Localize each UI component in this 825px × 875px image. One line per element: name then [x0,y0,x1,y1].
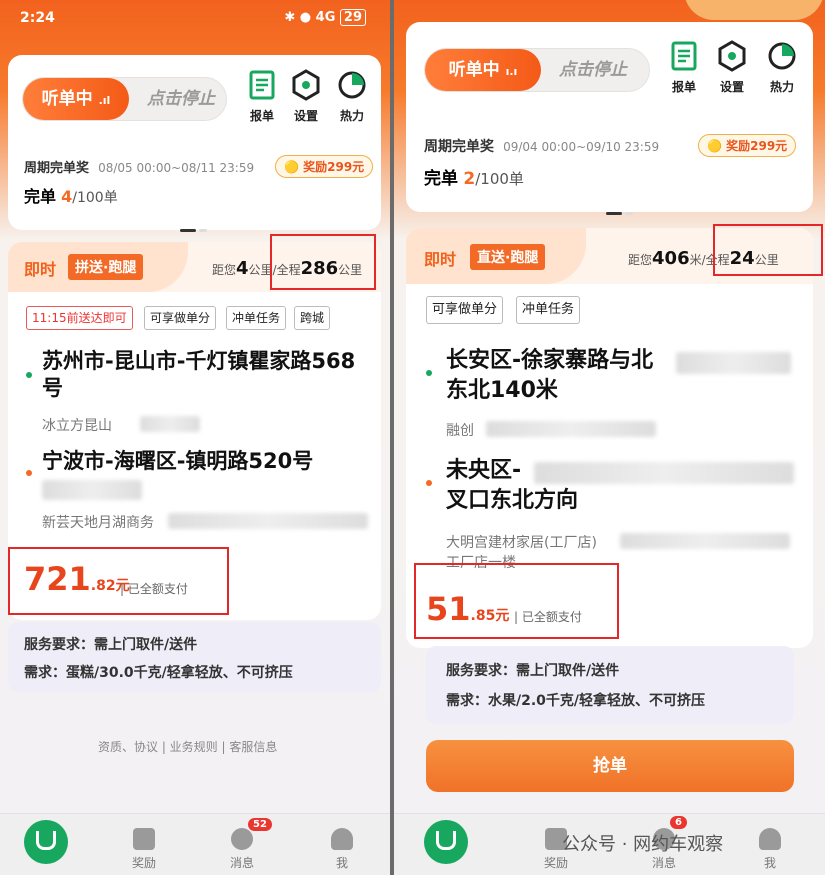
home-logo-icon[interactable] [24,820,68,864]
footer-links[interactable]: 资质、协议 | 业务规则 | 客服信息 [98,738,277,755]
period-reward-row: 周期完单奖 08/05 00:00~08/11 23:59 [24,161,255,176]
message-badge: 6 [670,816,687,829]
status-bar: 2:24 ✱ ● 4G 29 [0,0,390,40]
tab-me[interactable]: 我 [740,828,800,871]
heatmap-icon [768,42,796,70]
user-icon [331,828,353,850]
left-screen: 2:24 ✱ ● 4G 29 听单中 .ıl 点击停止 报单 设置 热力 周期完… [0,0,390,875]
carousel-dots [606,200,634,215]
score-tag: 可享做单分 [426,296,504,324]
reward-badge: 🟡 奖励299元 [275,155,374,178]
requirements-panel: 服务要求：需上门取件/送件 需求：水果/2.0千克/轻拿轻放、不可挤压 [426,646,794,724]
report-button[interactable]: 报单 [242,69,282,124]
cross-city-tag: 跨城 [294,306,331,330]
settings-button[interactable]: 设置 [712,40,752,95]
listening-button[interactable]: 听单中 ı.ı [425,49,541,91]
period-reward-row: 周期完单奖 09/04 00:00~09/10 23:59 [424,139,660,155]
pickup-address: 苏州市-昆山市-千灯镇瞿家路568号 [42,349,356,400]
task-tag: 冲单任务 [516,296,581,324]
service-requirement: 服务要求：需上门取件/送件 [24,637,198,653]
grab-order-button[interactable]: 抢单 [426,740,794,792]
tab-reward[interactable]: 奖励 [114,828,174,871]
highlight-box-price [414,563,619,639]
heatmap-icon [338,71,366,99]
reward-badge: 🟡 奖励299元 [698,134,797,157]
dropoff-address: 宁波市-海曙区-镇明路520号 [42,449,314,473]
highlight-box-distance [270,234,376,290]
requirements-panel: 服务要求：需上门取件/送件 需求：蛋糕/30.0千克/轻拿轻放、不可挤压 [8,622,381,692]
pickup-dot [26,372,32,378]
listen-toggle[interactable]: 听单中 .ıl 点击停止 [22,77,227,121]
pickup-detail: 融创 [446,423,474,439]
listen-toggle[interactable]: 听单中 ı.ı 点击停止 [424,48,650,92]
status-card: 听单中 .ıl 点击停止 报单 设置 热力 周期完单奖 08/05 00:00~… [8,55,381,232]
listening-button[interactable]: 听单中 .ıl [23,78,129,120]
score-tag: 可享做单分 [144,306,217,330]
report-button[interactable]: 报单 [664,40,704,95]
watermark-text: 公众号 · 网约车观察 [562,834,724,855]
carousel-dots [180,217,208,232]
cargo-requirement: 需求：水果/2.0千克/轻拿轻放、不可挤压 [446,693,706,709]
pickup-dot [426,370,432,376]
completed-count: 完单 4/100单 [24,187,118,206]
report-icon [671,41,697,71]
settings-icon [718,40,746,72]
status-card: 听单中 ı.ı 点击停止 报单 设置 热力 周期完单奖 09/04 00:00~… [406,22,813,215]
stop-button[interactable]: 点击停止 [147,78,215,120]
user-icon [759,828,781,850]
dropoff-dot [426,480,432,486]
cargo-requirement: 需求：蛋糕/30.0千克/轻拿轻放、不可挤压 [24,665,293,681]
heatmap-button[interactable]: 热力 [332,69,372,124]
home-logo-icon[interactable] [424,820,468,864]
message-badge: 52 [248,818,272,831]
tab-me[interactable]: 我 [312,828,372,871]
order-type-badge: 直送·跑腿 [470,244,546,270]
battery-indicator: ✱ ● 4G 29 [284,9,366,26]
service-requirement: 服务要求：需上门取件/送件 [446,663,620,679]
stop-button[interactable]: 点击停止 [559,49,627,91]
bottom-tab-bar: 奖励 消息 52 我 [0,813,390,875]
settings-icon [292,69,320,101]
completed-count: 完单 2/100单 [424,169,524,189]
highlight-box-price [8,547,229,615]
highlight-box-distance [713,224,823,276]
settings-button[interactable]: 设置 [286,69,326,124]
report-icon [249,70,275,100]
gift-icon [133,828,155,850]
status-time: 2:24 [20,10,55,26]
order-timing: 即时 [24,260,57,279]
dropoff-dot [26,470,32,476]
task-tag: 冲单任务 [226,306,287,330]
order-timing: 即时 [424,250,457,269]
order-type-badge: 拼送·跑腿 [68,254,144,280]
right-screen: 听单中 ı.ı 点击停止 报单 设置 热力 周期完单奖 09/04 00:00~… [394,0,825,875]
heatmap-button[interactable]: 热力 [762,40,802,95]
message-icon [231,828,253,850]
deadline-tag: 11:15前送达即可 [26,306,133,330]
tab-messages[interactable]: 消息 [212,828,272,871]
pickup-detail: 冰立方昆山 [42,418,112,434]
dropoff-detail: 新芸天地月湖商务 [42,515,154,531]
